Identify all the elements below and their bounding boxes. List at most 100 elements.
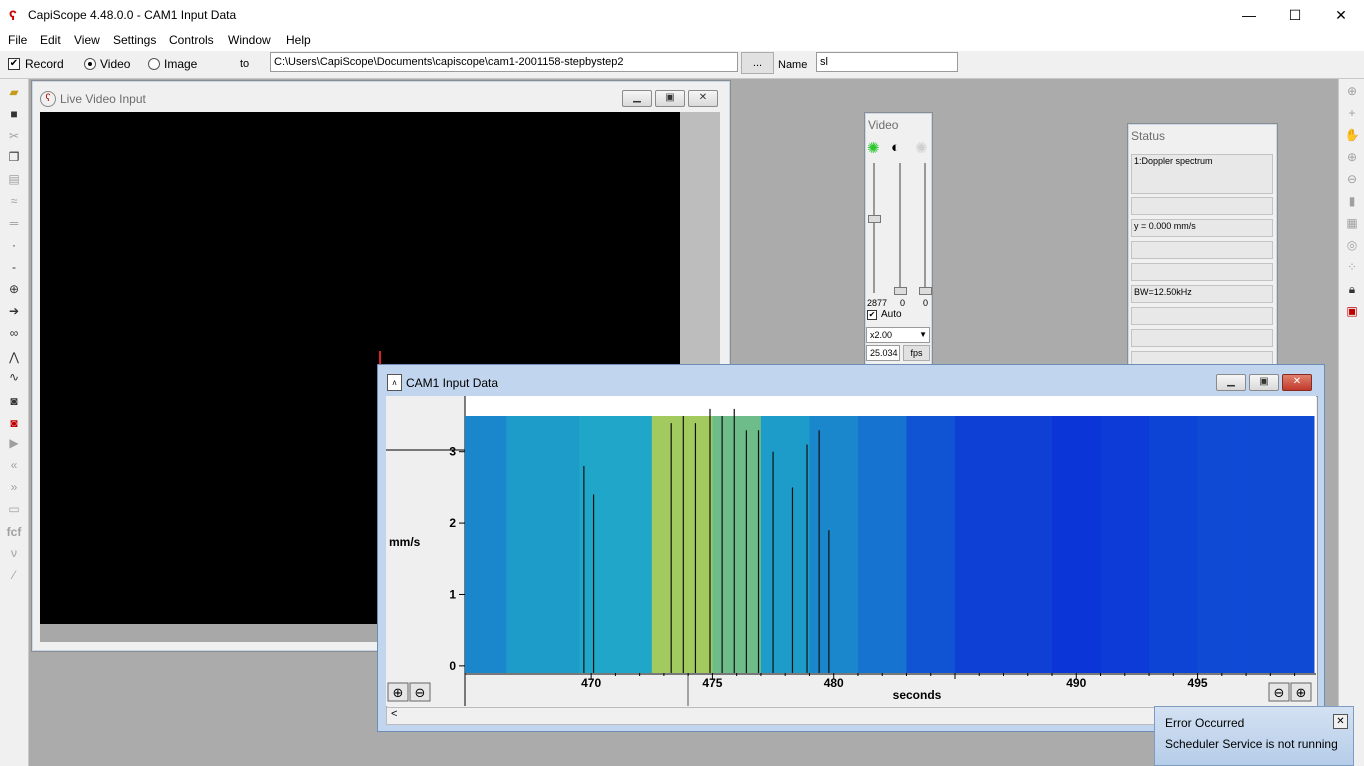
clipboard-icon[interactable]: ▮ — [1342, 191, 1362, 211]
y-tick-label: 2 — [449, 516, 456, 530]
cam-restore-button[interactable]: ▣ — [1249, 374, 1279, 391]
image-radio[interactable] — [148, 58, 160, 70]
status-panel-title: Status — [1131, 129, 1166, 143]
heatmap-band — [857, 416, 907, 673]
brightness-value: 2877 — [867, 298, 888, 308]
heatmap-band — [1246, 416, 1315, 673]
name-field[interactable]: sl — [816, 52, 958, 72]
error-notification[interactable]: Error Occurred Scheduler Service is not … — [1154, 706, 1354, 766]
fps-field[interactable]: 25.034 — [866, 345, 900, 361]
fcf-icon[interactable]: fcf — [4, 522, 24, 542]
y-axis-label: mm/s — [389, 535, 421, 549]
zoom-value: x2.00 — [870, 330, 893, 340]
status-field — [1131, 307, 1273, 325]
live-video-close-button[interactable]: ✕ — [688, 90, 718, 107]
live-video-restore-button[interactable]: ▣ — [655, 90, 685, 107]
camera-icon[interactable]: ◙ — [4, 391, 24, 411]
wave-icon[interactable]: ≈ — [4, 191, 24, 211]
target-icon[interactable]: ⊕ — [4, 279, 24, 299]
menu-file[interactable]: File — [8, 33, 27, 47]
auto-label: Auto — [881, 309, 902, 320]
lines-icon[interactable]: ═ — [4, 213, 24, 233]
grid-icon[interactable]: ▦ — [1342, 213, 1362, 233]
to-label: to — [240, 58, 250, 70]
contrast-slider-track[interactable] — [899, 163, 901, 293]
x-axis-label: seconds — [893, 688, 942, 702]
dash-icon[interactable]: - — [4, 257, 24, 277]
polar-icon[interactable]: ◎ — [1342, 235, 1362, 255]
save-icon[interactable]: ■ — [4, 104, 24, 124]
light-value: 0 — [923, 298, 929, 308]
app-title-bar: ʕ CapiScope 4.48.0.0 - CAM1 Input Data —… — [0, 0, 1364, 31]
x-tick-label: 490 — [1066, 676, 1086, 690]
forward-icon[interactable]: » — [4, 477, 24, 497]
dot-icon[interactable]: · — [4, 235, 24, 255]
heatmap-band — [1197, 416, 1247, 673]
left-toolbar: ▰ ■ ✂ ❐ ▤ ≈ ═ · - ⊕ ➔ ∞ ⋀ ∿ ◙ ◙ ▶ « » ▭ … — [0, 79, 29, 766]
y-tick-label: 0 — [449, 659, 456, 673]
output-path-field[interactable]: C:\Users\CapiScope\Documents\capiscope\c… — [270, 52, 738, 72]
window-minimize-button[interactable]: — — [1226, 0, 1272, 31]
cam-minimize-button[interactable]: ▁ — [1216, 374, 1246, 391]
arrow-right-icon[interactable]: ➔ — [4, 301, 24, 321]
heatmap-layer — [465, 416, 1315, 673]
lock-icon[interactable]: 🔒︎ — [1342, 279, 1362, 299]
menu-help[interactable]: Help — [286, 33, 311, 47]
menu-window[interactable]: Window — [228, 33, 271, 47]
contrast-slider-thumb[interactable] — [894, 287, 907, 295]
hand-icon[interactable]: ✋ — [1342, 125, 1362, 145]
scatter-icon[interactable]: ⁘ — [1342, 257, 1362, 277]
contrast-icon: ◐ — [891, 139, 901, 156]
spectrum-icon[interactable]: ⋀ — [4, 347, 24, 367]
link-icon[interactable]: ▭ — [4, 499, 24, 519]
window-close-button[interactable]: ✕ — [1318, 0, 1364, 31]
browse-button[interactable]: ... — [741, 52, 774, 74]
menu-settings[interactable]: Settings — [113, 33, 156, 47]
brightness-slider-thumb[interactable] — [868, 215, 881, 223]
doppler-spectrum-chart[interactable]: 470 475 480 490 495 0 1 2 3 mm/s seconds ⊕ ⊖ ⊖ ⊕ — [386, 396, 1316, 706]
auto-checkbox[interactable]: ✔ — [867, 310, 877, 320]
zoom-in-icon[interactable]: ⊕ — [1342, 147, 1362, 167]
menu-edit[interactable]: Edit — [40, 33, 61, 47]
contrast-value: 0 — [900, 298, 906, 308]
cursor-cross-icon[interactable]: + — [1342, 103, 1362, 123]
brightness-slider-track[interactable] — [873, 163, 875, 293]
heatmap-band — [1052, 416, 1102, 673]
scroll-left-button[interactable]: < — [391, 708, 397, 720]
cut-icon[interactable]: ✂ — [4, 126, 24, 146]
live-video-minimize-button[interactable]: ▁ — [622, 90, 652, 107]
zoom-out-icon: ⊖ — [415, 686, 426, 701]
cam-close-button[interactable]: ✕ — [1282, 374, 1312, 391]
heatmap-band — [760, 416, 810, 673]
glasses-icon[interactable]: ∞ — [4, 323, 24, 343]
light-slider-track[interactable] — [924, 163, 926, 293]
paste-icon[interactable]: ▤ — [4, 169, 24, 189]
play-icon[interactable]: ▶ — [4, 433, 24, 453]
zoom-select[interactable]: x2.00 ▼ — [866, 327, 930, 343]
rewind-icon[interactable]: « — [4, 455, 24, 475]
light-slider-thumb[interactable] — [919, 287, 932, 295]
x-tick-label: 475 — [702, 676, 722, 690]
heatmap-band — [579, 416, 653, 673]
record-checkbox[interactable]: ✔ — [8, 58, 20, 70]
image-settings-icon[interactable]: ▣ — [1342, 301, 1362, 321]
fps-button[interactable]: fps — [903, 345, 930, 361]
heatmap-band — [809, 416, 859, 673]
menu-view[interactable]: View — [74, 33, 100, 47]
signal-icon[interactable]: ∿ — [4, 367, 24, 387]
heatmap-band — [506, 416, 580, 673]
light-icon: ✺ — [915, 140, 928, 157]
notification-close-button[interactable]: ✕ — [1333, 714, 1348, 729]
record-label: Record — [25, 57, 64, 71]
nu-icon[interactable]: ν — [4, 543, 24, 563]
copy-icon[interactable]: ❐ — [4, 147, 24, 167]
open-folder-icon[interactable]: ▰ — [4, 82, 24, 102]
zoom-out-icon[interactable]: ⊖ — [1342, 169, 1362, 189]
line-tool-icon[interactable]: ⁄ — [4, 565, 24, 585]
menu-controls[interactable]: Controls — [169, 33, 214, 47]
record-camera-icon[interactable]: ◙ — [4, 413, 24, 433]
video-radio[interactable] — [84, 58, 96, 70]
status-field: BW=12.50kHz — [1131, 285, 1273, 303]
crosshair-icon[interactable]: ⊕ — [1342, 81, 1362, 101]
window-maximize-button[interactable]: ☐ — [1272, 0, 1318, 31]
